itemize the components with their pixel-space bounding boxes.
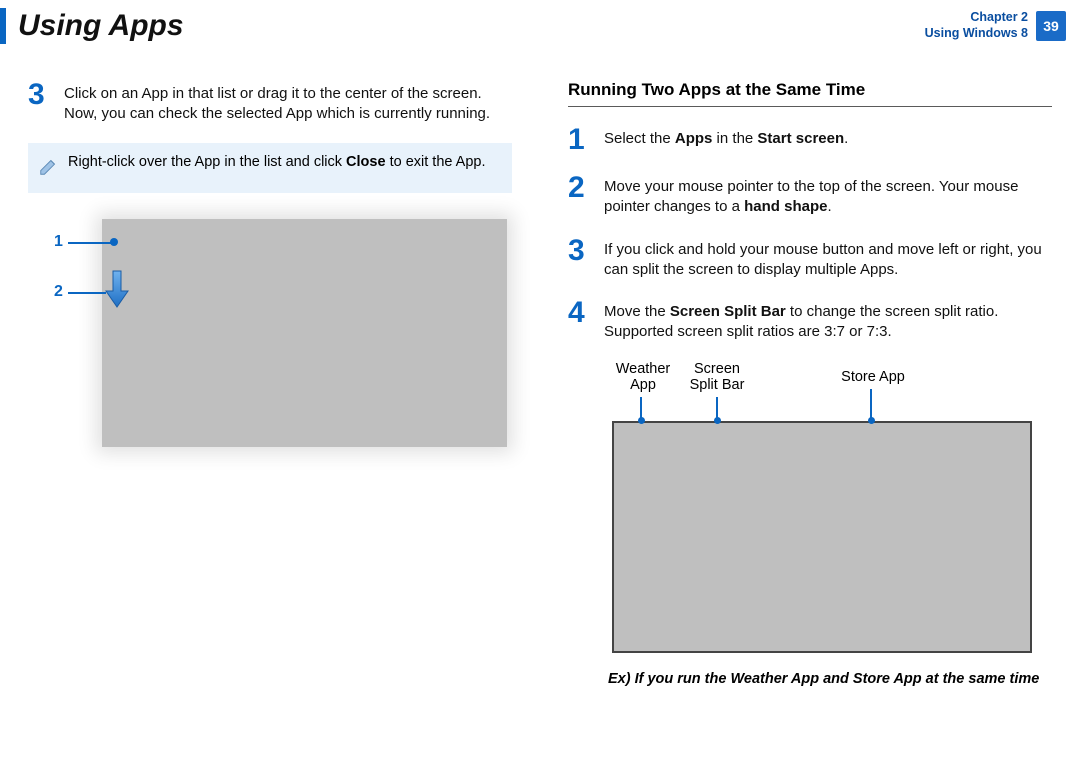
section-rule xyxy=(568,106,1052,107)
leader-weather xyxy=(640,397,642,419)
step-number: 1 xyxy=(568,125,598,155)
title-wrap: Using Apps xyxy=(0,8,184,44)
label-splitbar: Screen Split Bar xyxy=(682,361,752,394)
right-step-3: 3 If you click and hold your mouse butto… xyxy=(568,236,1052,281)
content-columns: 3 Click on an App in that list or drag i… xyxy=(0,80,1080,687)
illustration-2-box xyxy=(612,421,1032,653)
step-number: 4 xyxy=(568,298,598,343)
callout-line-2 xyxy=(68,292,106,294)
right-step-2: 2 Move your mouse pointer to the top of … xyxy=(568,173,1052,218)
leader-ball-splitbar xyxy=(714,417,721,424)
step-number: 3 xyxy=(568,236,598,281)
note-box: Right-click over the App in the list and… xyxy=(28,143,512,194)
callout-num-1: 1 xyxy=(54,233,63,251)
section-heading: Running Two Apps at the Same Time xyxy=(568,80,1052,100)
label-store: Store App xyxy=(828,369,918,386)
illustration-2-labels: Weather App Screen Split Bar Store App xyxy=(568,361,1052,421)
chapter-line2: Using Windows 8 xyxy=(925,26,1028,42)
right-step-1: 1 Select the Apps in the Start screen. xyxy=(568,125,1052,155)
step-body: Click on an App in that list or drag it … xyxy=(64,80,512,125)
step-body: Move the Screen Split Bar to change the … xyxy=(604,298,1052,343)
note-text: Right-click over the App in the list and… xyxy=(68,153,486,173)
accent-bar xyxy=(0,8,6,44)
leader-ball-weather xyxy=(638,417,645,424)
illustration-2: Weather App Screen Split Bar Store App E… xyxy=(568,361,1052,687)
chapter-text: Chapter 2 Using Windows 8 xyxy=(925,10,1028,41)
step-body: Move your mouse pointer to the top of th… xyxy=(604,173,1052,218)
left-column: 3 Click on an App in that list or drag i… xyxy=(0,80,540,687)
arrow-down-icon xyxy=(104,269,130,314)
leader-splitbar xyxy=(716,397,718,419)
step-number: 3 xyxy=(28,80,58,125)
page-number-badge: 39 xyxy=(1036,11,1066,41)
right-step-4: 4 Move the Screen Split Bar to change th… xyxy=(568,298,1052,343)
page-title: Using Apps xyxy=(18,9,184,43)
leader-ball-store xyxy=(868,417,875,424)
page-header: Using Apps Chapter 2 Using Windows 8 39 xyxy=(0,0,1080,50)
note-icon xyxy=(38,155,60,184)
leader-store xyxy=(870,389,872,419)
chapter-line1: Chapter 2 xyxy=(925,10,1028,26)
illustration-2-caption: Ex) If you run the Weather App and Store… xyxy=(608,671,1052,687)
note-pre: Right-click over the App in the list and… xyxy=(68,154,346,170)
callout-num-2: 2 xyxy=(54,283,63,301)
note-post: to exit the App. xyxy=(386,154,486,170)
chapter-block: Chapter 2 Using Windows 8 39 xyxy=(925,10,1080,41)
step-body: If you click and hold your mouse button … xyxy=(604,236,1052,281)
illustration-1: 1 2 xyxy=(54,219,494,447)
step-number: 2 xyxy=(568,173,598,218)
step-body: Select the Apps in the Start screen. xyxy=(604,125,848,155)
callout-dot-1 xyxy=(110,238,118,246)
right-column: Running Two Apps at the Same Time 1 Sele… xyxy=(540,80,1080,687)
illustration-1-box xyxy=(102,219,507,447)
label-weather: Weather App xyxy=(608,361,678,394)
note-bold: Close xyxy=(346,154,386,170)
callout-line-1 xyxy=(68,242,112,244)
left-step-3: 3 Click on an App in that list or drag i… xyxy=(28,80,512,125)
